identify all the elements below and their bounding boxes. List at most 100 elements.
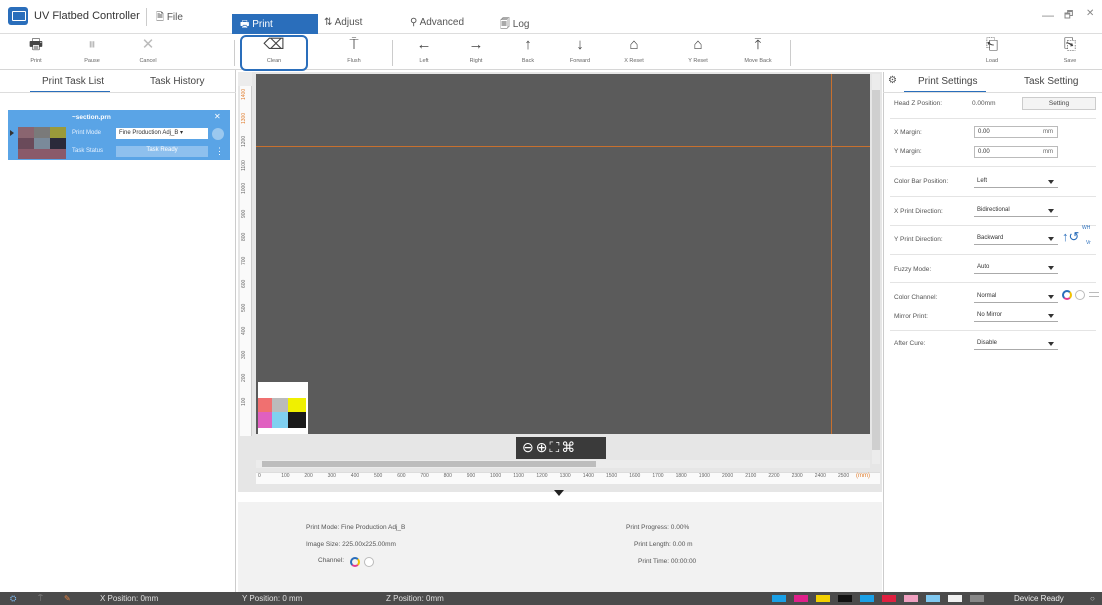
swatch: [272, 412, 288, 428]
ruler-tick-label: 400: [241, 326, 247, 335]
tab-adjust[interactable]: ⇅ Adjust: [324, 17, 362, 28]
x-margin-input[interactable]: 0.00 mm: [974, 126, 1058, 138]
forward-button[interactable]: ↓ Forward: [558, 36, 602, 68]
tab-advanced-label: Advanced: [419, 17, 465, 28]
app-logo-icon: [8, 7, 28, 25]
guide-line-horizontal: [256, 146, 870, 147]
expand-arrow-icon[interactable]: [10, 130, 14, 136]
ruler-tick-label: 300: [241, 350, 247, 359]
actual-size-icon[interactable]: ⌘: [561, 439, 577, 455]
tab-task-history[interactable]: Task History: [150, 76, 204, 87]
print-mode-select[interactable]: Fine Production Adj_B ▾: [116, 128, 208, 139]
arrow-left-icon: ←: [416, 36, 432, 53]
flush-button[interactable]: ⍑ Flush: [332, 36, 376, 68]
tab-print-settings[interactable]: Print Settings: [918, 76, 977, 87]
tab-log[interactable]: 🗐 Log: [500, 17, 529, 34]
image-preview[interactable]: [258, 382, 308, 434]
swatch: [288, 412, 306, 428]
color-channel-icon: [350, 557, 360, 567]
ruler-tick-label: 1000: [490, 473, 502, 479]
swatch: [34, 138, 50, 149]
color-bar-position-select[interactable]: Left: [974, 176, 1058, 188]
ruler-tick-label: 1900: [698, 473, 710, 479]
ink-slot: [904, 595, 918, 602]
right-label: Right: [469, 58, 483, 64]
info-icon[interactable]: ○: [1090, 594, 1095, 603]
after-cure-select[interactable]: Disable: [974, 338, 1058, 350]
y-reset-button[interactable]: ⌂ Y Reset: [676, 36, 720, 68]
more-icon[interactable]: ⋮: [215, 146, 224, 157]
ruler-tick-label: 2000: [722, 473, 734, 479]
task-status-value: Task Ready: [116, 146, 208, 157]
load-button[interactable]: ⎗ Load: [970, 36, 1014, 68]
fuzzy-mode-label: Fuzzy Mode:: [894, 266, 932, 273]
swatch: [50, 138, 66, 149]
tab-advanced[interactable]: ⚲ Advanced: [410, 17, 464, 28]
info-print-time: Print Time: 00:00:00: [638, 558, 697, 565]
minimize-button[interactable]: —: [1042, 8, 1054, 22]
ruler-tick-label: 700: [241, 256, 247, 265]
close-icon[interactable]: ✕: [214, 112, 221, 121]
tab-task-setting[interactable]: Task Setting: [1024, 76, 1078, 87]
maximize-button[interactable]: 🗗: [1064, 8, 1073, 25]
fuzzy-mode-select[interactable]: Auto: [974, 262, 1058, 274]
y-print-direction-select[interactable]: Backward: [974, 233, 1058, 245]
arrow-right-icon: →: [468, 36, 484, 53]
expand-info-icon[interactable]: [554, 490, 564, 496]
print-button[interactable]: 🖶 Print: [14, 36, 58, 68]
cancel-button[interactable]: ✕ Cancel: [126, 36, 170, 68]
print-mode-label: Print Mode: [72, 130, 102, 136]
task-action-icon[interactable]: [212, 128, 224, 140]
tab-print-task-list[interactable]: Print Task List: [42, 76, 104, 87]
tab-adjust-label: Adjust: [334, 17, 363, 28]
y-margin-value: 0.00: [978, 149, 990, 155]
right-button[interactable]: → Right: [454, 36, 498, 68]
left-button[interactable]: ← Left: [402, 36, 446, 68]
print-mode-value: Fine Production Adj_B: [119, 130, 179, 136]
white-channel-icon: [364, 557, 374, 567]
vertical-scroll-thumb[interactable]: [872, 90, 880, 450]
flush-label: Flush: [347, 58, 361, 64]
task-thumbnail: [18, 127, 66, 159]
y-margin-unit: mm: [1043, 149, 1053, 155]
white-channel-icon: [1075, 290, 1085, 300]
device-status: Device Ready: [1014, 594, 1064, 603]
cancel-label: Cancel: [139, 58, 157, 64]
swatch: [258, 412, 272, 428]
guide-line-vertical: [831, 74, 832, 434]
ruler-tick-label: 900: [466, 473, 476, 479]
print-label: Print: [30, 58, 42, 64]
close-button[interactable]: ✕: [1086, 8, 1094, 19]
tab-print[interactable]: 🖶 Print: [232, 14, 318, 34]
setting-button[interactable]: Setting: [1022, 97, 1096, 110]
toolbar: 🖶 Print ⏸ Pause ✕ Cancel ⌫ Clean ⍑ Flush ← Lef…: [0, 34, 1102, 70]
gear-icon: ⚙: [888, 75, 897, 86]
zoom-out-icon[interactable]: ⊖: [522, 439, 536, 455]
move-back-button[interactable]: ⤒ Move Back: [736, 36, 780, 68]
arrow-down-icon: ↓: [576, 36, 584, 53]
horizontal-scroll-thumb[interactable]: [262, 461, 596, 467]
color-channel-select[interactable]: Normal: [974, 291, 1058, 303]
print-canvas[interactable]: [256, 74, 870, 434]
save-button[interactable]: ⎘ Save: [1048, 36, 1092, 68]
x-print-direction-select[interactable]: Bidirectional: [974, 205, 1058, 217]
pause-button[interactable]: ⏸ Pause: [70, 36, 114, 68]
divider: [0, 92, 236, 93]
app-title: UV Flatbed Controller: [34, 10, 140, 22]
ruler-tick-label: 2200: [768, 473, 780, 479]
ruler-tick-label: 2500: [838, 473, 850, 479]
swatch: [258, 398, 272, 412]
ink-slot: [970, 595, 984, 602]
back-button[interactable]: ↑ Back: [506, 36, 550, 68]
ruler-tick-label: 1300: [241, 112, 247, 124]
menu-file[interactable]: 🗎 File: [156, 10, 183, 27]
divider: [890, 118, 1096, 119]
swatch: [18, 127, 34, 138]
zoom-in-icon[interactable]: ⊕: [536, 439, 550, 455]
x-reset-button[interactable]: ⌂ X Reset: [612, 36, 656, 68]
zoom-controls: ⊖⊕⛶⌘: [516, 437, 606, 459]
fit-icon[interactable]: ⛶: [549, 439, 561, 455]
ruler-tick-label: 500: [241, 303, 247, 312]
y-margin-input[interactable]: 0.00 mm: [974, 146, 1058, 158]
mirror-print-select[interactable]: No Mirror: [974, 310, 1058, 322]
